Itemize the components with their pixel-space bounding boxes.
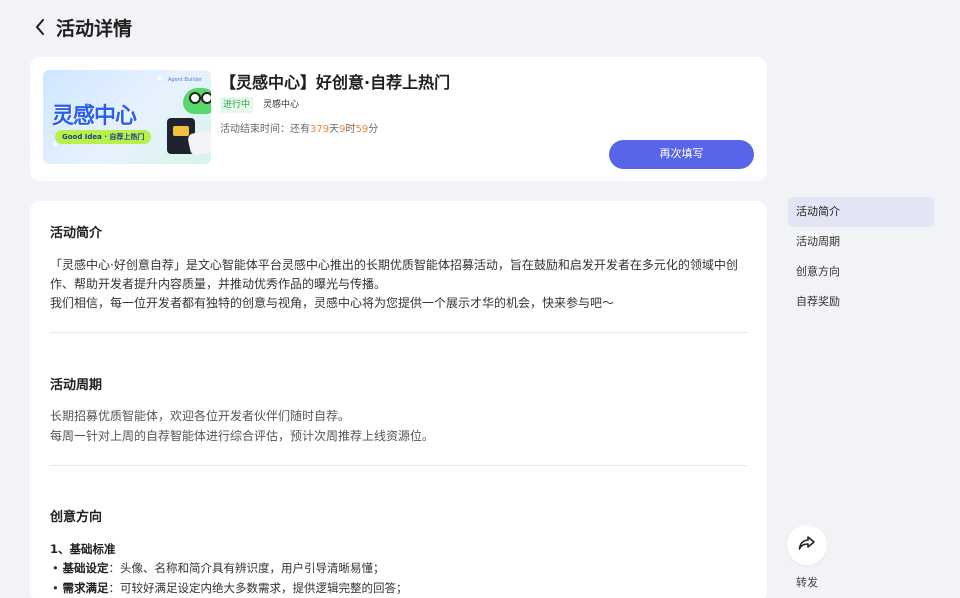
end-time: 活动结束时间：还有379天9时59分 [220, 120, 378, 135]
toc-item-reward[interactable]: 自荐奖励 [788, 287, 934, 317]
share-label: 转发 [796, 576, 818, 589]
header: 活动详情 [0, 0, 960, 56]
direction-heading: 创意方向 [50, 510, 103, 525]
share-icon [798, 535, 816, 555]
day-unit: 天 [329, 124, 340, 135]
activity-card: Agent Builder ✦ ✦ 灵感中心 Good Idea · 自荐上热门… [30, 57, 767, 181]
direction-subheading: 1、基础标准 [50, 542, 116, 556]
countdown-minutes: 59 [355, 124, 369, 135]
list-item: • 基础设定：头像、名称和简介具有辨识度，用户引导清晰易懂； [52, 561, 385, 575]
hour-unit: 时 [345, 124, 356, 135]
divider [50, 332, 748, 333]
list-item: • 需求满足：可较好满足设定内绝大多数需求，提供逻辑完整的回答； [52, 581, 408, 595]
intro-paragraph-2: 我们相信，每一位开发者都有独特的创意与视角，灵感中心将为您提供一个展示才华的机会… [50, 296, 615, 310]
banner-title: 灵感中心 [52, 104, 137, 129]
activity-tag: 灵感中心 [263, 100, 300, 110]
refill-button[interactable]: 再次填写 [609, 140, 754, 169]
sparkle-icon: ✦ [155, 74, 164, 85]
period-paragraph-2: 每周一针对上周的自荐智能体进行综合评估，预计次周推荐上线资源位。 [50, 429, 435, 443]
table-of-contents: 活动简介 活动周期 创意方向 自荐奖励 [788, 197, 934, 317]
toc-item-period[interactable]: 活动周期 [788, 227, 934, 257]
toc-item-direction[interactable]: 创意方向 [788, 257, 934, 287]
page-title: 活动详情 [56, 18, 133, 40]
bullet-value: ：头像、名称和简介具有辨识度，用户引导清晰易懂； [108, 561, 385, 575]
end-time-label: 活动结束时间：还有 [220, 124, 310, 135]
bullet-value: ：可较好满足设定内绝大多数需求，提供逻辑完整的回答； [108, 581, 408, 595]
period-heading: 活动周期 [50, 378, 103, 393]
activity-banner: Agent Builder ✦ ✦ 灵感中心 Good Idea · 自荐上热门 [43, 70, 211, 164]
toc-item-intro[interactable]: 活动简介 [788, 197, 934, 227]
bullet-key: 需求满足 [62, 581, 109, 595]
pillow-icon [186, 129, 211, 157]
status-badge: 进行中 [220, 97, 254, 113]
bullet-key: 基础设定 [62, 561, 109, 575]
intro-paragraph: 「灵感中心·好创意自荐」是文心智能体平台灵感中心推出的长期优质智能体招募活动，旨… [50, 258, 738, 291]
activity-content: 活动简介 「灵感中心·好创意自荐」是文心智能体平台灵感中心推出的长期优质智能体招… [30, 201, 767, 598]
countdown-days: 379 [310, 124, 330, 135]
banner-pill: Good Idea · 自荐上热门 [55, 130, 152, 144]
period-paragraph: 长期招募优质智能体，欢迎各位开发者伙伴们随时自荐。 [50, 409, 351, 423]
activity-title: 【灵感中心】好创意·自荐上热门 [220, 73, 451, 92]
divider [50, 465, 748, 466]
banner-small-text: Agent Builder [168, 77, 203, 83]
back-icon[interactable] [30, 16, 50, 38]
minute-unit: 分 [368, 124, 379, 135]
share-button[interactable] [787, 525, 827, 565]
frog-mascot-icon [183, 88, 211, 114]
intro-heading: 活动简介 [50, 226, 103, 241]
